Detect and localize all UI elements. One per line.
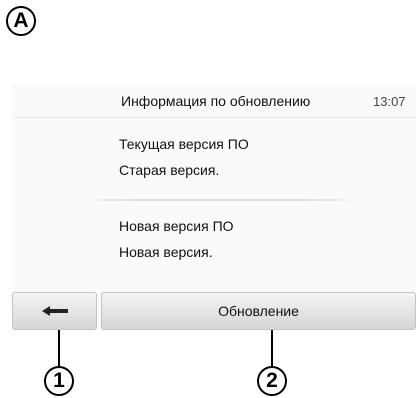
back-button[interactable] — [12, 292, 97, 330]
page-title: Информация по обновлению — [121, 93, 311, 109]
header-bar: Информация по обновлению 13:07 — [12, 84, 416, 118]
back-arrow-icon — [41, 306, 68, 316]
current-version-value: Старая версия. — [119, 162, 220, 178]
callout-line-1 — [58, 330, 60, 368]
divider — [80, 199, 360, 201]
update-button[interactable]: Обновление — [101, 292, 416, 330]
callout-a: A — [6, 6, 36, 36]
callout-line-2 — [271, 330, 273, 368]
update-info-screen: Информация по обновлению 13:07 Текущая в… — [12, 84, 416, 330]
new-version-value: Новая версия. — [119, 244, 213, 260]
callout-2: 2 — [257, 366, 287, 396]
new-version-label: Новая версия ПО — [119, 218, 234, 234]
callout-1: 1 — [44, 366, 74, 396]
clock: 13:07 — [373, 94, 406, 109]
current-version-label: Текущая версия ПО — [119, 136, 249, 152]
